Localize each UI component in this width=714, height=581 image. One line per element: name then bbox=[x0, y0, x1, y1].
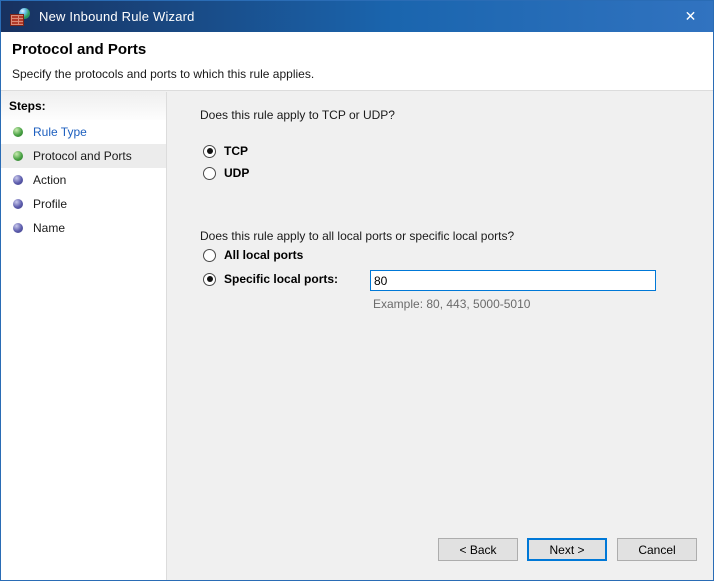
step-label: Action bbox=[33, 173, 67, 187]
protocol-question: Does this rule apply to TCP or UDP? bbox=[200, 108, 395, 122]
back-button[interactable]: < Back bbox=[438, 538, 518, 561]
ports-example-hint: Example: 80, 443, 5000-5010 bbox=[373, 297, 531, 311]
step-bullet-icon bbox=[13, 151, 23, 161]
step-label: Rule Type bbox=[33, 125, 87, 139]
radio-button-icon[interactable] bbox=[203, 166, 216, 180]
radio-tcp[interactable]: TCP bbox=[203, 144, 248, 158]
sidebar-item-protocol-and-ports: Protocol and Ports bbox=[1, 144, 166, 168]
radio-all-ports-label: All local ports bbox=[224, 248, 304, 262]
radio-tcp-label: TCP bbox=[224, 144, 248, 158]
sidebar-item-name: Name bbox=[1, 216, 166, 240]
firewall-icon bbox=[10, 7, 30, 26]
title-bar: New Inbound Rule Wizard ✕ bbox=[1, 1, 713, 32]
radio-button-icon[interactable] bbox=[203, 144, 216, 158]
radio-specific-local-ports[interactable]: Specific local ports: bbox=[203, 272, 338, 286]
steps-heading: Steps: bbox=[1, 92, 166, 120]
steps-sidebar: Steps: Rule Type Protocol and Ports Acti… bbox=[1, 92, 167, 580]
step-label: Profile bbox=[33, 197, 68, 211]
sidebar-item-action: Action bbox=[1, 168, 166, 192]
window-title: New Inbound Rule Wizard bbox=[39, 9, 195, 24]
step-bullet-icon bbox=[13, 175, 23, 185]
brick-wall-icon bbox=[10, 13, 24, 26]
ports-question: Does this rule apply to all local ports … bbox=[200, 229, 515, 243]
page-subtitle: Specify the protocols and ports to which… bbox=[12, 67, 315, 81]
close-button[interactable]: ✕ bbox=[668, 1, 713, 32]
wizard-body: Steps: Rule Type Protocol and Ports Acti… bbox=[1, 92, 713, 580]
next-button[interactable]: Next > bbox=[527, 538, 607, 561]
close-icon: ✕ bbox=[684, 8, 697, 24]
radio-udp-label: UDP bbox=[224, 166, 250, 180]
wizard-header: Protocol and Ports Specify the protocols… bbox=[1, 32, 713, 91]
specific-ports-input[interactable] bbox=[370, 270, 656, 291]
sidebar-item-rule-type: Rule Type bbox=[1, 120, 166, 144]
radio-udp[interactable]: UDP bbox=[203, 166, 249, 180]
page-title: Protocol and Ports bbox=[12, 41, 147, 58]
step-label: Name bbox=[33, 221, 66, 235]
radio-specific-ports-label: Specific local ports: bbox=[224, 272, 339, 286]
radio-button-icon[interactable] bbox=[203, 248, 216, 262]
step-bullet-icon bbox=[13, 199, 23, 209]
cancel-button[interactable]: Cancel bbox=[617, 538, 697, 561]
radio-all-local-ports[interactable]: All local ports bbox=[203, 248, 303, 262]
step-bullet-icon bbox=[13, 223, 23, 233]
main-panel: Does this rule apply to TCP or UDP? TCP … bbox=[167, 92, 713, 580]
sidebar-item-profile: Profile bbox=[1, 192, 166, 216]
step-bullet-icon bbox=[13, 127, 23, 137]
wizard-window: New Inbound Rule Wizard ✕ Protocol and P… bbox=[0, 0, 714, 581]
radio-button-icon[interactable] bbox=[203, 272, 216, 286]
step-label: Protocol and Ports bbox=[33, 149, 132, 163]
